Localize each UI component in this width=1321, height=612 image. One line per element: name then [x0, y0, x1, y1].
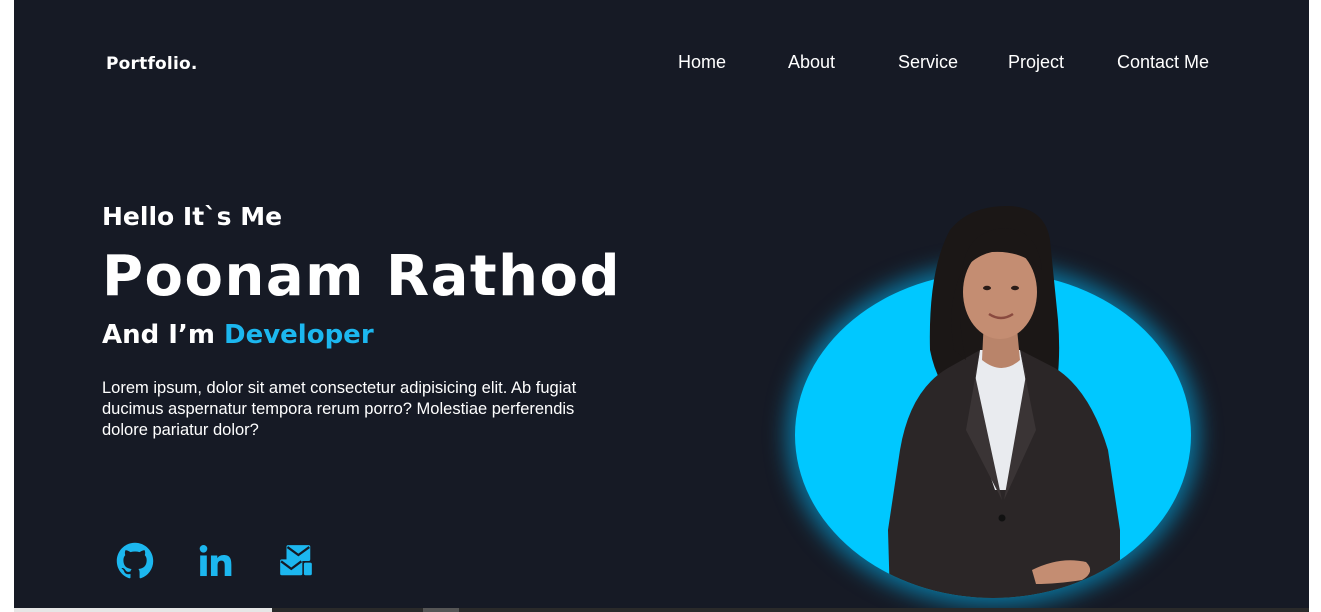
linkedin-icon [199, 545, 232, 577]
hero-description: Lorem ipsum, dolor sit amet consectetur … [102, 379, 577, 439]
hero-role-prefix: And I’m [102, 320, 224, 350]
hero-name: Poonam Rathod [102, 244, 622, 309]
github-icon [116, 542, 154, 579]
email-link[interactable] [277, 542, 315, 580]
hero-greeting: Hello It`s Me [102, 202, 283, 231]
mail-icon [280, 545, 312, 576]
site-logo[interactable]: Portfolio. [106, 54, 198, 74]
nav-home[interactable]: Home [678, 52, 726, 73]
nav-contact-me[interactable]: Contact Me [1117, 52, 1209, 73]
nav-service[interactable]: Service [898, 52, 958, 73]
hero-role-accent: Developer [224, 320, 374, 350]
scrollbar-thumb[interactable] [14, 608, 272, 612]
profile-photo [888, 205, 1120, 598]
linkedin-link[interactable] [197, 542, 235, 580]
hero-role: And I’m Developer [102, 320, 374, 350]
nav-project[interactable]: Project [1008, 52, 1064, 73]
scrollbar-marker [423, 608, 459, 612]
github-link[interactable] [116, 542, 154, 580]
portfolio-page: Portfolio. Home About Service Project Co… [14, 0, 1309, 612]
nav-about[interactable]: About [788, 52, 835, 73]
